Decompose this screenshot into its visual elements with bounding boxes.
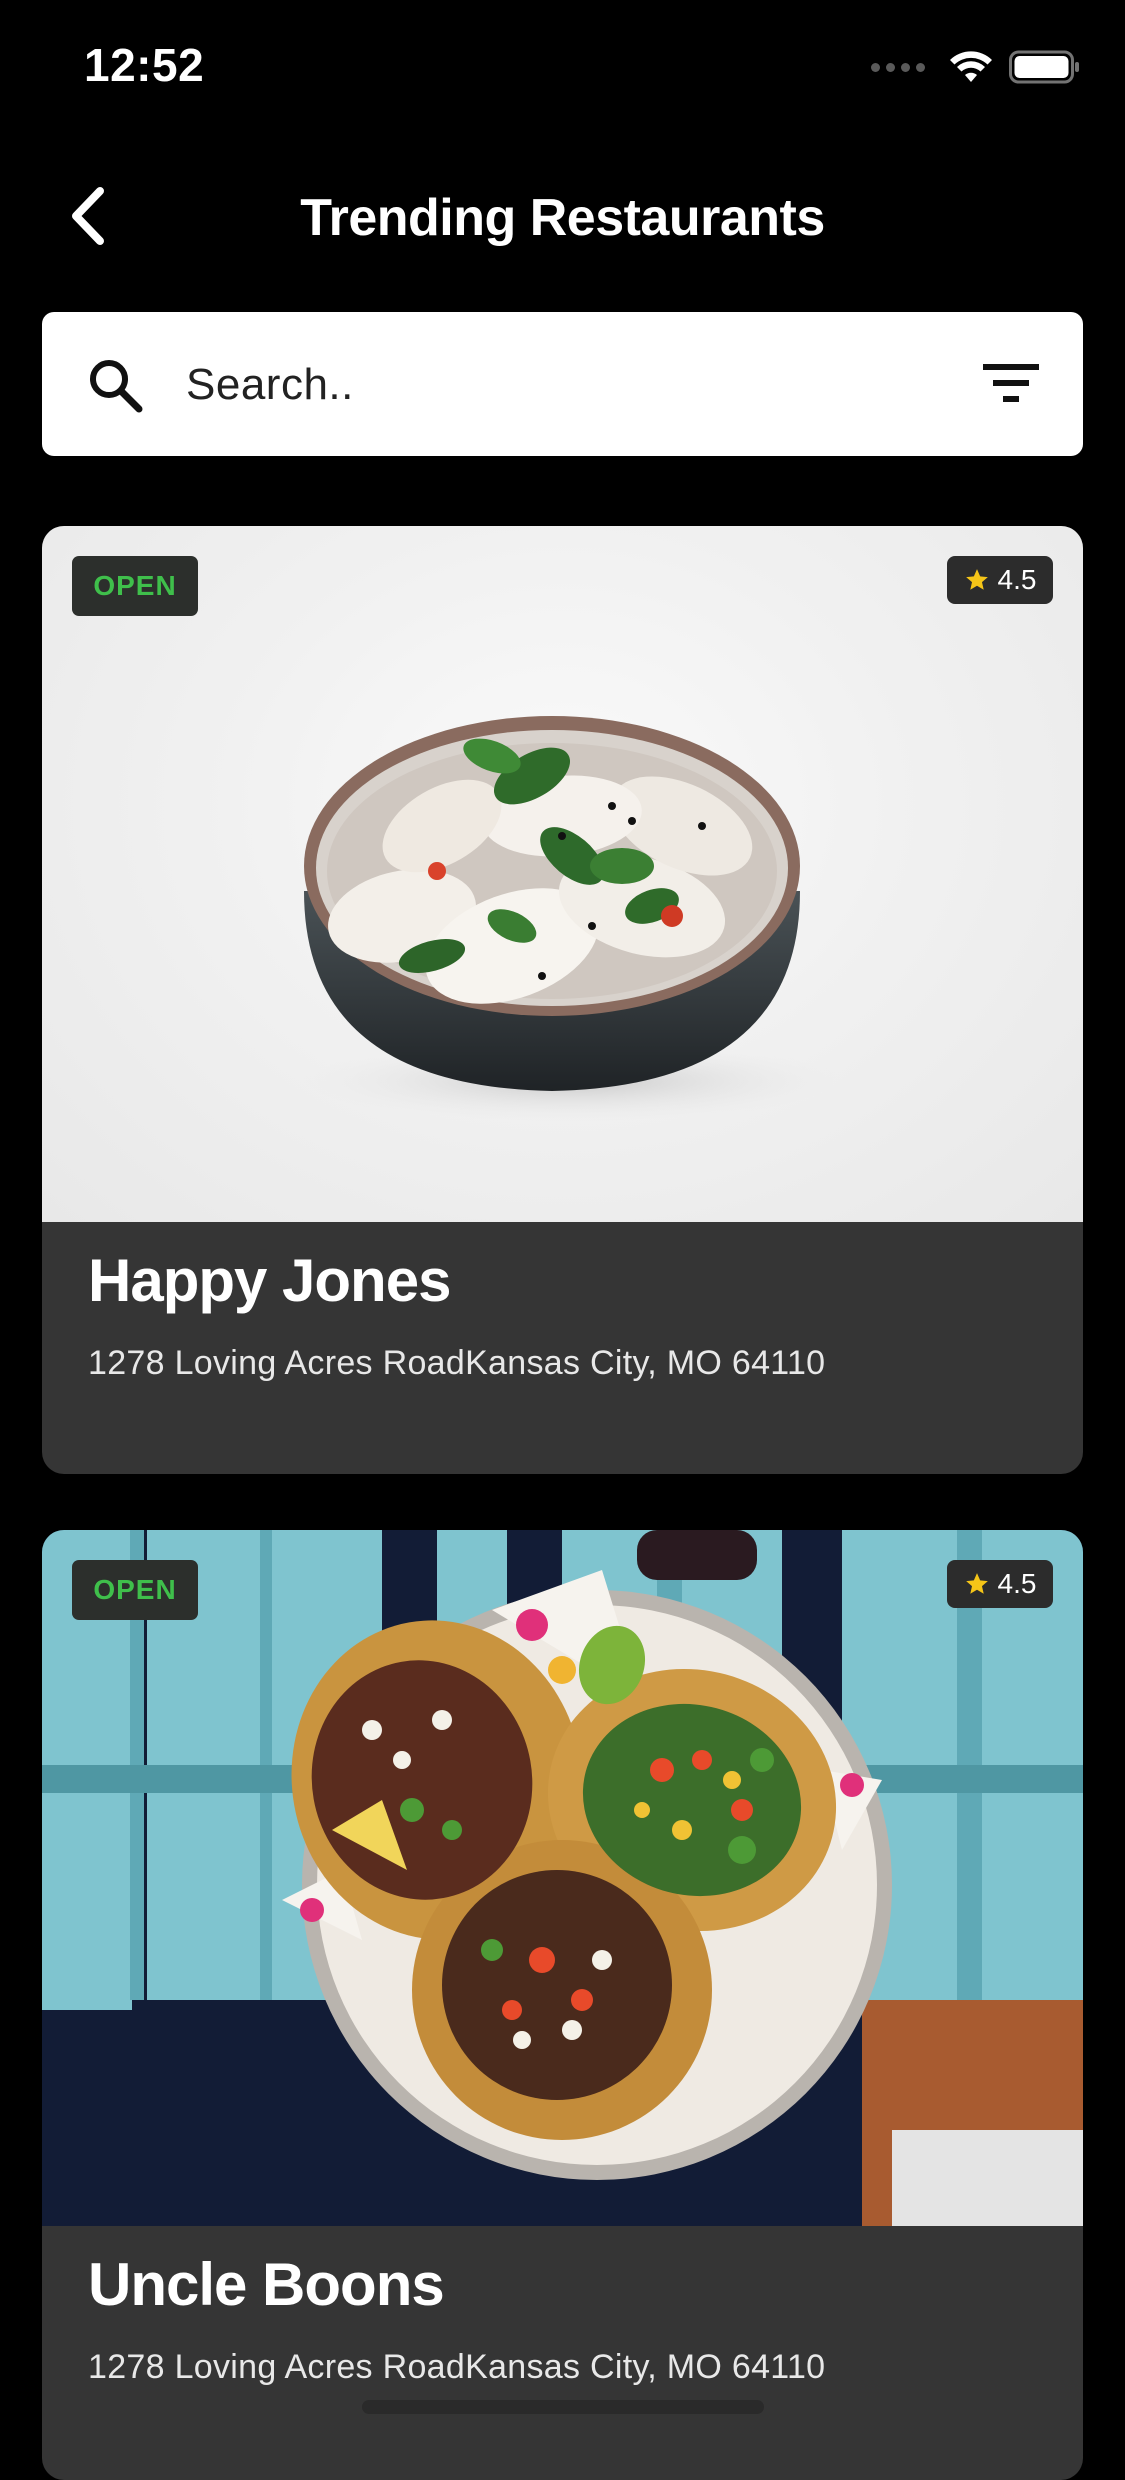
dumplings-bowl-image — [302, 716, 842, 1121]
search-input[interactable] — [184, 340, 968, 430]
page-title: Trending Restaurants — [300, 189, 825, 247]
tacos-plate-image — [42, 1530, 1083, 2226]
restaurant-name: Uncle Boons — [88, 2251, 445, 2318]
rating-value: 4.5 — [997, 1568, 1037, 1599]
cellular-signal-icon — [871, 62, 925, 72]
status-bar: 12:52 — [0, 0, 1125, 132]
search-bar — [42, 312, 1083, 456]
search-icon — [90, 360, 143, 413]
open-status-badge: OPEN — [72, 556, 198, 616]
header: Trending Restaurants — [0, 170, 1125, 266]
restaurant-name: Happy Jones — [88, 1247, 451, 1314]
restaurant-image: OPEN 4.5 — [42, 1530, 1083, 2226]
battery-icon — [1009, 50, 1079, 84]
star-icon — [965, 569, 988, 590]
home-indicator[interactable] — [362, 2400, 764, 2414]
rating-value: 4.5 — [997, 564, 1037, 595]
status-icons — [871, 50, 1081, 84]
restaurant-card[interactable]: OPEN 4.5 Happy Jones 1278 Loving Acres R… — [42, 526, 1083, 1474]
star-icon — [965, 1573, 988, 1594]
status-time: 12:52 — [84, 39, 205, 91]
restaurant-image: OPEN 4.5 — [42, 526, 1083, 1222]
rating-badge: 4.5 — [947, 556, 1053, 604]
wifi-icon — [950, 51, 992, 82]
filter-icon[interactable] — [981, 360, 1041, 408]
restaurant-info: Uncle Boons 1278 Loving Acres RoadKansas… — [42, 2226, 1083, 2387]
restaurant-address: 1278 Loving Acres RoadKansas City, MO 64… — [88, 1344, 826, 1382]
restaurant-info: Happy Jones 1278 Loving Acres RoadKansas… — [42, 1222, 1083, 1383]
open-status-badge: OPEN — [72, 1560, 198, 1620]
rating-badge: 4.5 — [947, 1560, 1053, 1608]
restaurant-address: 1278 Loving Acres RoadKansas City, MO 64… — [88, 2348, 826, 2386]
restaurant-card[interactable]: OPEN 4.5 Uncle Boons 1278 Loving Acres R… — [42, 1530, 1083, 2480]
